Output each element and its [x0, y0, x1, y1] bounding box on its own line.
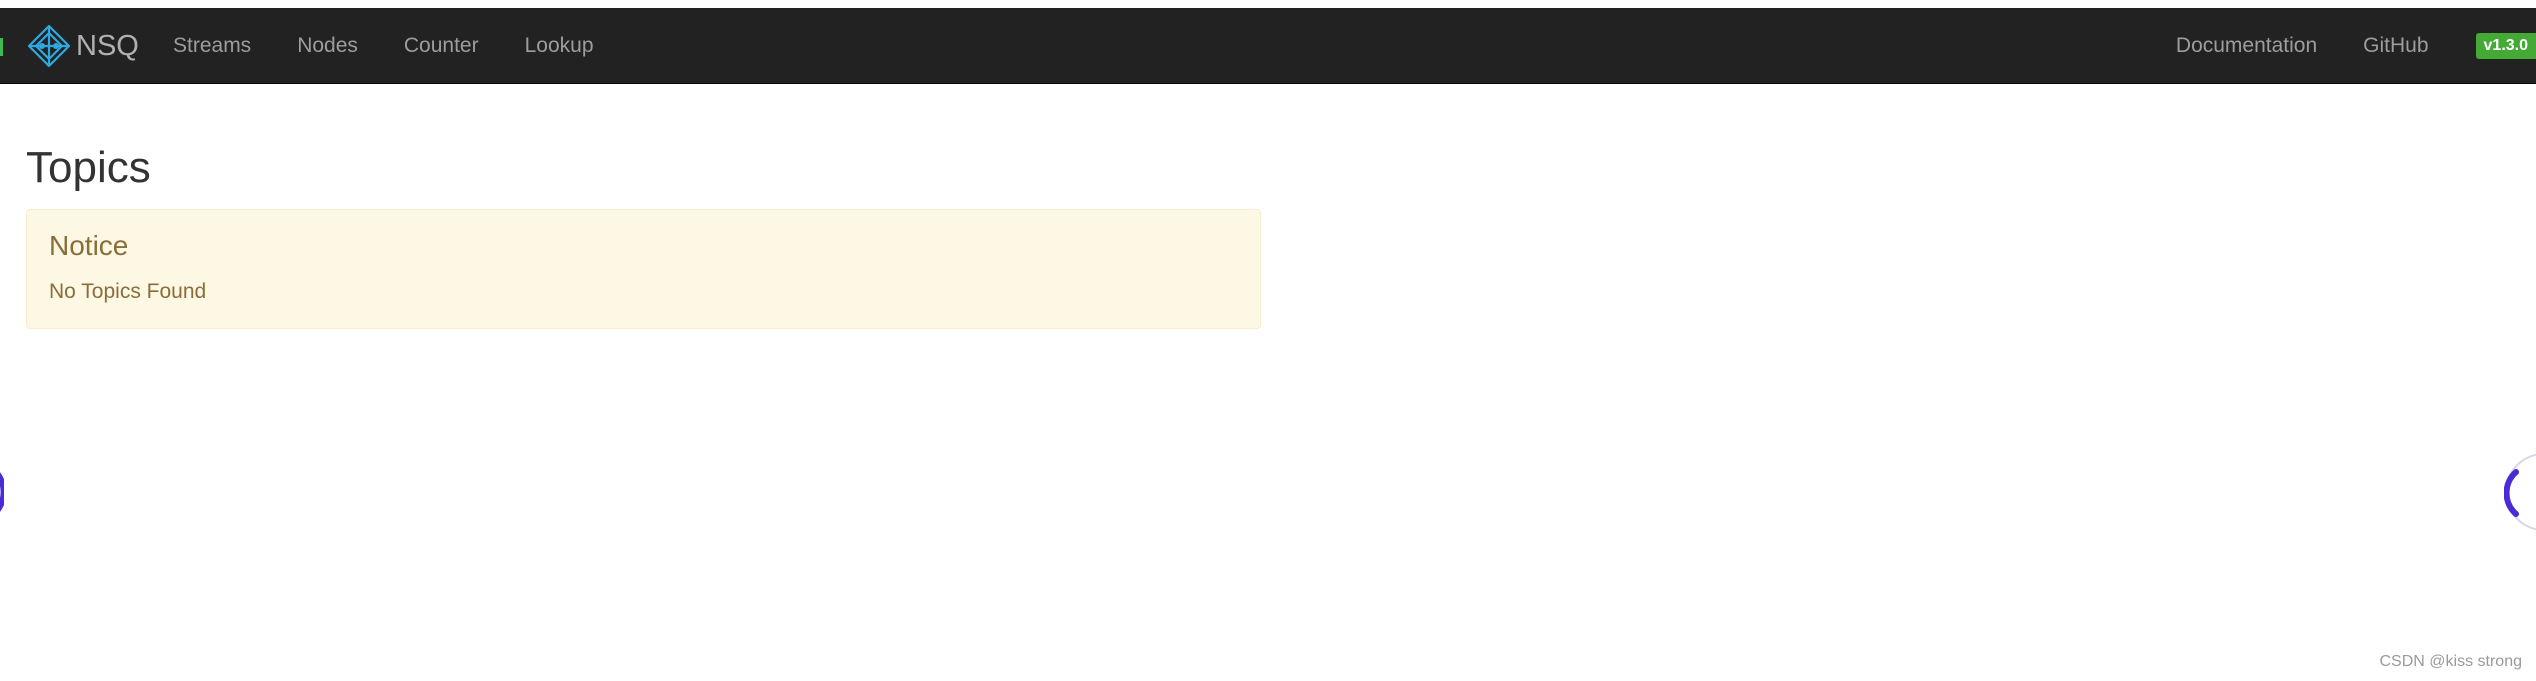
- notice-title: Notice: [49, 230, 129, 261]
- nav-left-links: Streams Nodes Counter Lookup: [150, 8, 617, 84]
- nav-link-github[interactable]: GitHub: [2340, 8, 2451, 84]
- notice-message: No Topics Found: [49, 280, 207, 303]
- right-edge-floating-button-icon[interactable]: [2504, 452, 2536, 532]
- watermark-text: CSDN @kiss strong: [2379, 653, 2523, 670]
- notice-alert: Notice No Topics Found: [26, 209, 1261, 329]
- nav-link-streams[interactable]: Streams: [150, 8, 274, 84]
- nav-link-lookup[interactable]: Lookup: [502, 8, 617, 84]
- navbar-accent-bar: [0, 38, 3, 56]
- brand-name: NSQ: [76, 30, 139, 62]
- nav-link-counter[interactable]: Counter: [381, 8, 502, 84]
- brand-link[interactable]: NSQ: [26, 22, 139, 70]
- top-navbar: NSQ Streams Nodes Counter Lookup Documen…: [0, 8, 2536, 84]
- left-edge-floating-button-icon[interactable]: [0, 452, 4, 532]
- nav-right-links: Documentation GitHub v1.3.0: [2153, 8, 2536, 84]
- nav-link-nodes[interactable]: Nodes: [274, 8, 381, 84]
- nav-link-documentation[interactable]: Documentation: [2153, 8, 2340, 84]
- nsq-logo-icon: [27, 24, 71, 68]
- page-title: Topics: [26, 143, 151, 192]
- version-badge: v1.3.0: [2475, 33, 2536, 59]
